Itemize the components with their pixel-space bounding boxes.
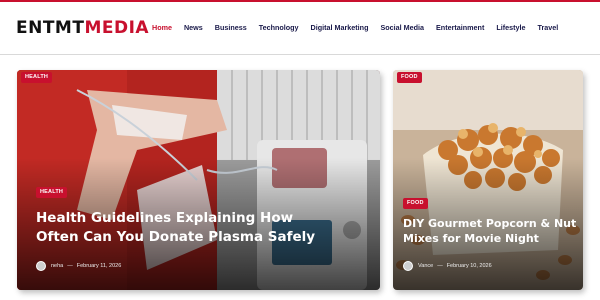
nav-item-digital-marketing[interactable]: Digital Marketing: [311, 23, 369, 32]
author-name[interactable]: Vance: [418, 263, 433, 269]
logo-text-part1: ENTMT: [16, 18, 85, 38]
meta-separator: —: [437, 263, 443, 269]
featured-post-card[interactable]: HEALTH HEALTH Health Guidelines Explaini…: [17, 70, 380, 290]
header-divider: [0, 54, 600, 55]
nav-item-social-media[interactable]: Social Media: [380, 23, 424, 32]
category-badge[interactable]: HEALTH: [21, 72, 53, 83]
nav-item-home[interactable]: Home: [152, 23, 172, 32]
meta-separator: —: [67, 263, 73, 269]
category-badge[interactable]: FOOD: [403, 198, 428, 209]
image-overlay: [17, 70, 380, 290]
image-overlay: [393, 70, 583, 290]
category-badge[interactable]: FOOD: [397, 72, 422, 83]
nav-item-news[interactable]: News: [184, 23, 203, 32]
post-title[interactable]: Health Guidelines Explaining How Often C…: [36, 209, 336, 247]
post-meta: Vance — February 10, 2026: [403, 261, 492, 271]
post-date: February 11, 2026: [76, 263, 122, 269]
post-date: February 10, 2026: [446, 263, 492, 269]
nav-item-lifestyle[interactable]: Lifestyle: [496, 23, 525, 32]
main-navigation: Home News Business Technology Digital Ma…: [152, 23, 570, 32]
nav-item-business[interactable]: Business: [215, 23, 247, 32]
post-meta: neha — February 11, 2026: [36, 261, 121, 271]
site-logo[interactable]: ENTMTMEDIA: [16, 18, 149, 38]
author-avatar[interactable]: [36, 261, 46, 271]
site-header: ENTMTMEDIA Home News Business Technology…: [0, 2, 600, 54]
nav-item-travel[interactable]: Travel: [538, 23, 559, 32]
post-card[interactable]: FOOD FOOD DIY Gourmet Popcorn & Nut Mixe…: [393, 70, 583, 290]
post-title[interactable]: DIY Gourmet Popcorn & Nut Mixes for Movi…: [403, 216, 578, 247]
author-avatar[interactable]: [403, 261, 413, 271]
logo-text-part2: MEDIA: [84, 18, 150, 38]
category-badge[interactable]: HEALTH: [36, 187, 68, 198]
nav-item-technology[interactable]: Technology: [259, 23, 299, 32]
nav-item-entertainment[interactable]: Entertainment: [436, 23, 484, 32]
author-name[interactable]: neha: [51, 263, 63, 269]
